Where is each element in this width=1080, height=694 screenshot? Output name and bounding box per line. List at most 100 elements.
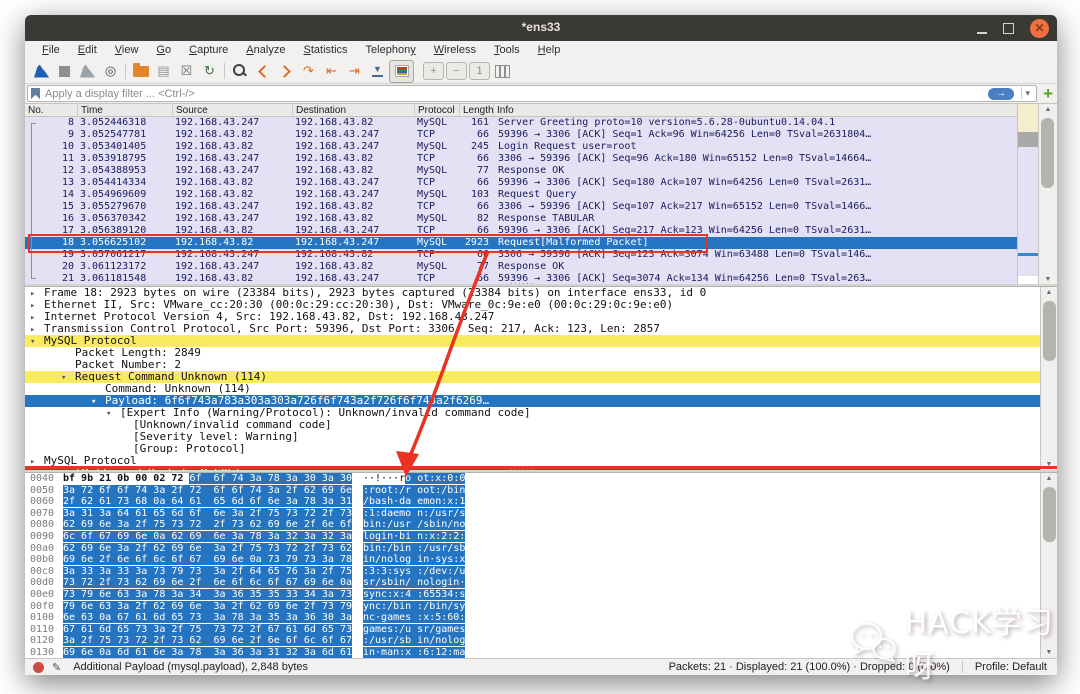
detail-line[interactable]: ▾ Payload: 6f6f743a783a303a303a726f6f743a… [25,395,1057,407]
packet-list-scrollbar[interactable]: ▲ ▼ [1038,104,1057,285]
expander-icon[interactable]: ▸ [30,456,44,467]
menu-item-capture[interactable]: Capture [180,42,237,58]
expert-info-icon[interactable] [33,661,44,673]
display-filter-input[interactable]: Apply a display filter ... <Ctrl-/> → ▾ [27,85,1038,102]
expander-icon[interactable]: ▾ [30,336,44,347]
restart-capture-icon[interactable] [76,61,99,82]
hex-row[interactable]: 00d0 73 72 2f 73 62 69 6e 2f 6e 6f 6c 6f … [25,577,1057,589]
menu-item-file[interactable]: File [33,42,69,58]
hex-row[interactable]: 00a0 62 69 6e 3a 2f 62 69 6e 3a 2f 75 73 … [25,542,1057,555]
go-forward-icon[interactable] [274,61,297,82]
hex-row[interactable]: 0090 6c 6f 67 69 6e 0a 62 69 6e 3a 78 3a … [25,530,1057,543]
add-filter-button-icon[interactable]: + [1043,85,1053,102]
close-icon[interactable]: ✕ [1030,18,1049,38]
close-file-icon[interactable]: ☒ [175,61,198,82]
scroll-up-icon[interactable]: ▲ [1041,289,1057,296]
detail-line[interactable]: ▸ Ethernet II, Src: VMware_cc:20:30 (00:0… [25,299,1057,311]
packet-row[interactable]: 10 3.053401405 192.168.43.82 192.168.43.247… [25,141,1018,153]
colorize-icon[interactable] [389,59,414,83]
packet-row[interactable]: 19 3.057061217 192.168.43.247 192.168.43.82… [25,249,1018,261]
column-header-time[interactable]: Time [78,104,173,116]
open-file-icon[interactable] [129,61,152,82]
scrollbar-thumb[interactable] [1043,487,1056,542]
hex-row[interactable]: 0080 62 69 6e 3a 2f 75 73 72 2f 73 62 69 … [25,519,1057,531]
capture-comment-icon[interactable]: ✎ [52,661,61,674]
scroll-up-icon[interactable]: ▲ [1039,106,1057,113]
go-first-packet-icon[interactable]: ⇤ [320,61,343,82]
menu-item-view[interactable]: View [106,42,148,58]
detail-line[interactable]: ▸ Transmission Control Protocol, Src Port… [25,323,1057,335]
menu-item-analyze[interactable]: Analyze [237,42,294,58]
packet-row[interactable]: 15 3.055279670 192.168.43.247 192.168.43.82… [25,201,1018,213]
packet-row[interactable]: 17 3.056389120 192.168.43.82 192.168.43.247… [25,225,1018,237]
packet-row[interactable]: 13 3.054414334 192.168.43.82 192.168.43.247… [25,177,1018,189]
hex-row[interactable]: 00c0 3a 33 3a 33 3a 73 79 73 3a 2f 64 65 … [25,565,1057,578]
hex-row[interactable]: 0040 bf 9b 21 0b 00 02 72 6f 6f 74 3a 78 … [25,473,1057,485]
menu-item-help[interactable]: Help [529,42,570,58]
packet-row[interactable]: 12 3.054388953 192.168.43.247 192.168.43.82… [25,165,1018,177]
zoom-in-icon[interactable]: + [423,62,444,80]
column-header-protocol[interactable]: Protocol [415,104,460,116]
column-header-info[interactable]: Info [494,104,1057,116]
column-header-no[interactable]: No. [25,104,78,116]
bookmark-icon[interactable] [31,88,40,99]
detail-line[interactable]: Command: Unknown (114) [25,383,1057,395]
detail-line[interactable]: ▸ Frame 18: 2923 bytes on wire (23384 bit… [25,287,1057,299]
auto-scroll-icon[interactable]: ▼ [366,61,389,82]
go-back-icon[interactable] [251,61,274,82]
packet-row[interactable]: 14 3.054969609 192.168.43.82 192.168.43.247… [25,189,1018,201]
start-capture-icon[interactable] [30,61,53,82]
expander-icon[interactable]: ▸ [30,288,44,299]
detail-line[interactable]: [Severity level: Warning] [25,431,1057,443]
menu-item-tools[interactable]: Tools [485,42,529,58]
column-header-destination[interactable]: Destination [293,104,415,116]
find-packet-icon[interactable] [228,61,251,82]
detail-line[interactable]: [Group: Protocol] [25,443,1057,455]
detail-line[interactable]: ▸ Internet Protocol Version 4, Src: 192.1… [25,311,1057,323]
capture-options-icon[interactable]: ◎ [99,61,122,82]
expander-icon[interactable]: ▾ [106,408,120,419]
scrollbar-thumb[interactable] [1041,118,1054,188]
save-file-icon[interactable]: ▤ [152,61,175,82]
stop-capture-icon[interactable] [53,61,76,82]
menu-item-telephony[interactable]: Telephony [357,42,425,58]
filter-history-caret-icon[interactable]: ▾ [1020,87,1030,99]
packet-row[interactable]: 18 3.056625102 192.168.43.82 192.168.43.247… [25,237,1018,249]
reload-file-icon[interactable]: ↻ [198,61,221,82]
menu-item-wireless[interactable]: Wireless [425,42,485,58]
packet-row[interactable]: 8 3.052446318 192.168.43.247 192.168.43.82 M… [25,117,1018,129]
expander-icon[interactable]: ▾ [61,372,75,383]
menu-item-statistics[interactable]: Statistics [294,42,356,58]
hex-row[interactable]: 0060 2f 62 61 73 68 0a 64 61 65 6d 6f 6e … [25,496,1057,508]
column-header-length[interactable]: Length [460,104,494,116]
apply-filter-button[interactable]: → [988,87,1015,100]
packet-row[interactable]: 11 3.053918795 192.168.43.247 192.168.43.82… [25,153,1018,165]
go-to-packet-icon[interactable]: ↷ [297,61,320,82]
hex-row[interactable]: 00b0 69 6e 2f 6e 6f 6c 6f 67 69 6e 0a 73 … [25,554,1057,566]
packet-row[interactable]: 9 3.052547781 192.168.43.82 192.168.43.247 T… [25,129,1018,141]
menu-item-edit[interactable]: Edit [69,42,106,58]
detail-line[interactable]: Packet Number: 2 [25,359,1057,371]
scroll-down-icon[interactable]: ▼ [1039,276,1057,283]
detail-line[interactable]: ▸ MySQL Protocol [25,455,1057,467]
titlebar[interactable]: *ens33 ✕ [25,15,1057,41]
scroll-up-icon[interactable]: ▲ [1041,475,1057,482]
scrollbar-thumb[interactable] [1043,301,1056,361]
details-scrollbar[interactable]: ▲ ▼ [1040,287,1057,470]
column-header-source[interactable]: Source [173,104,293,116]
detail-line[interactable]: Packet Length: 2849 [25,347,1057,359]
expander-icon[interactable]: ▸ [30,312,44,323]
packet-row[interactable]: 16 3.056370342 192.168.43.247 192.168.43.82… [25,213,1018,225]
intelligent-scrollbar-minimap[interactable] [1017,104,1038,285]
hex-row[interactable]: 0070 3a 31 3a 64 61 65 6d 6f 6e 3a 2f 75 … [25,507,1057,520]
expander-icon[interactable]: ▸ [30,300,44,311]
expander-icon[interactable]: ▾ [91,396,105,407]
detail-line[interactable]: ▾ [Expert Info (Warning/Protocol): Unknow… [25,407,1057,419]
detail-line[interactable]: ▾ MySQL Protocol [25,335,1057,347]
resize-columns-icon[interactable] [491,61,514,82]
detail-line[interactable]: ▾ Request Command Unknown (114) [25,371,1057,383]
go-last-packet-icon[interactable]: ⇥ [343,61,366,82]
packet-row[interactable]: 20 3.061123172 192.168.43.247 192.168.43.82… [25,261,1018,273]
maximize-icon[interactable] [1003,22,1014,34]
menu-item-go[interactable]: Go [147,42,180,58]
